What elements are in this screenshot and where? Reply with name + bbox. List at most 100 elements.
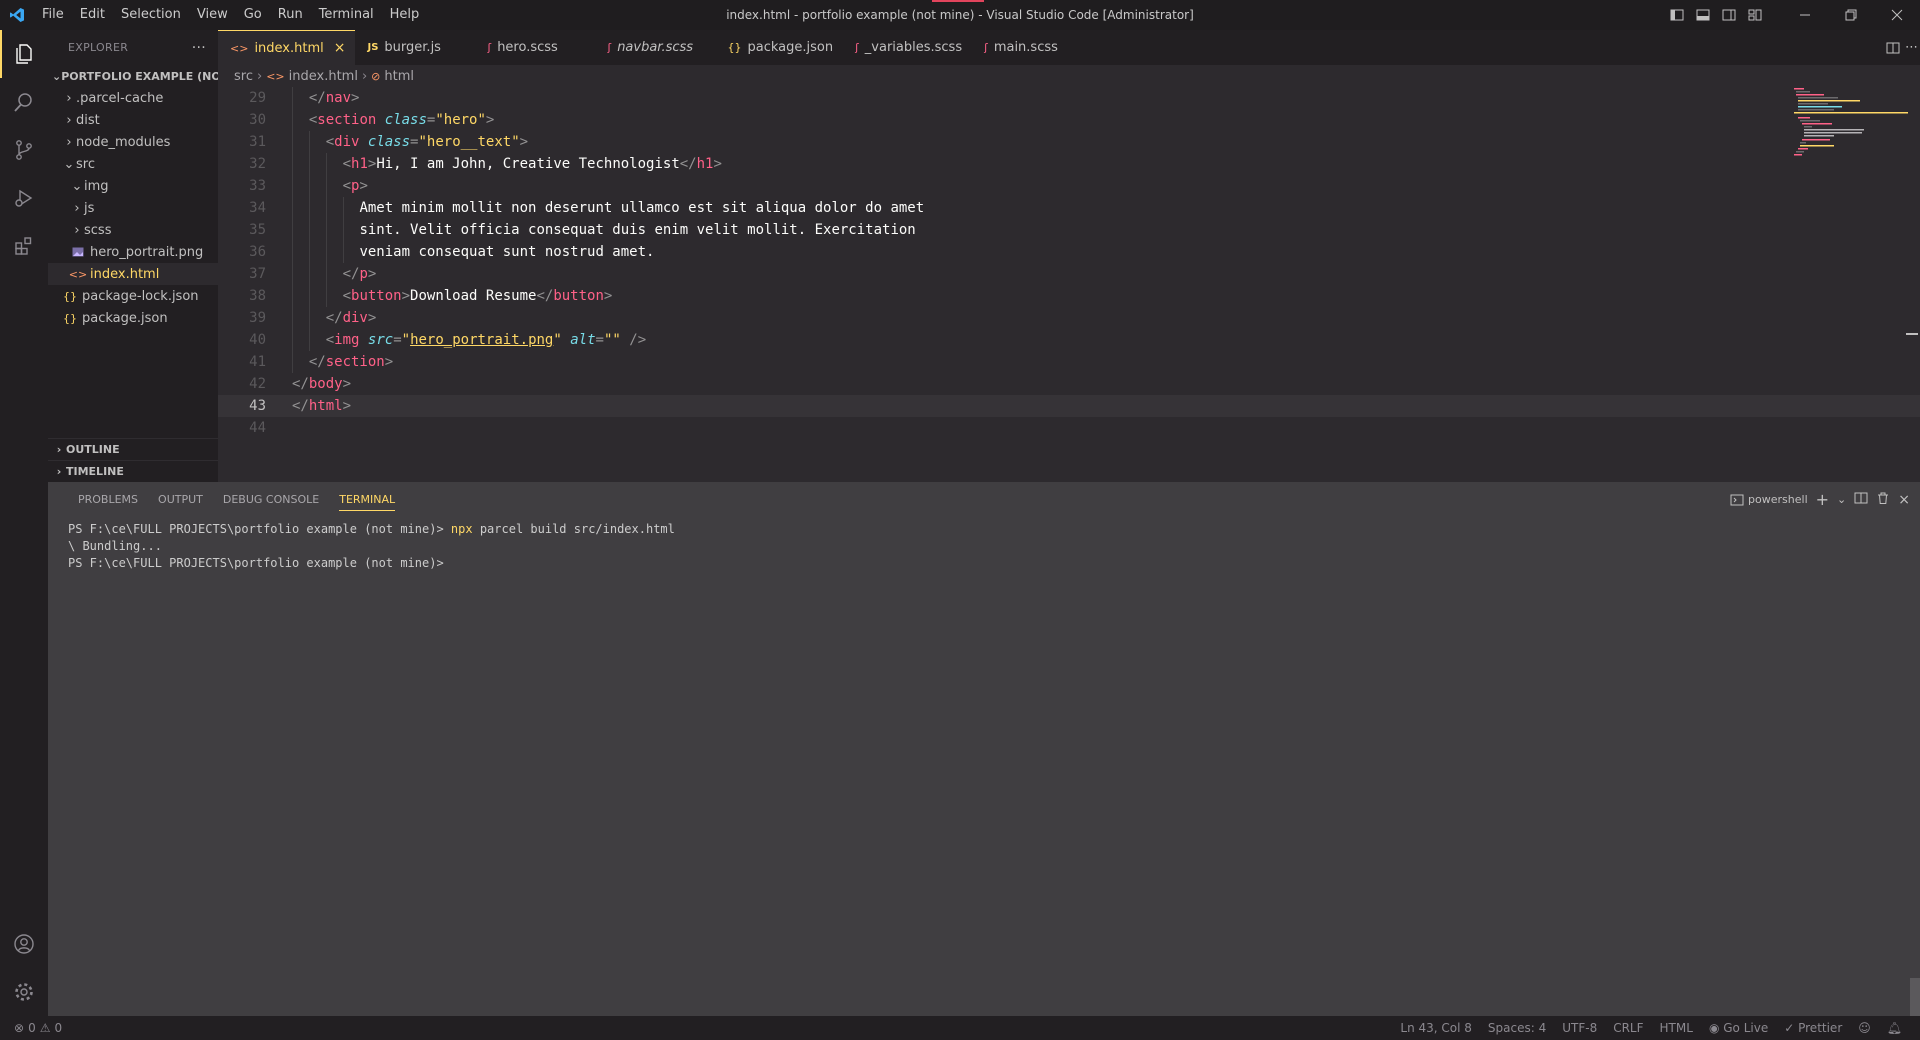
panel-tabs: PROBLEMS OUTPUT DEBUG CONSOLE TERMINAL: [48, 482, 1920, 517]
explorer-icon[interactable]: [0, 30, 48, 78]
terminal-output[interactable]: PS F:\ce\FULL PROJECTS\portfolio example…: [48, 517, 1920, 572]
tree-item-package-json[interactable]: {} package.json: [48, 307, 218, 329]
toggle-panel-icon[interactable]: [1690, 0, 1716, 30]
menu-edit[interactable]: Edit: [72, 0, 113, 30]
indentation[interactable]: Spaces: 4: [1480, 1021, 1554, 1035]
tree-item-node-modules[interactable]: › node_modules: [48, 131, 218, 153]
code-line[interactable]: 33 <p>: [218, 175, 1920, 197]
chevron-down-icon[interactable]: ⌄: [1837, 493, 1846, 506]
editor-tab-bar: <> index.html × JS burger.js ʃ hero.scss…: [218, 30, 1920, 65]
code-line[interactable]: 35 sint. Velit officia consequat duis eni…: [218, 219, 1920, 241]
go-live-button[interactable]: ◉ Go Live: [1701, 1021, 1776, 1035]
timeline-section[interactable]: › TIMELINE: [48, 460, 218, 482]
code-line[interactable]: 36 veniam consequat sunt nostrud amet.: [218, 241, 1920, 263]
minimap[interactable]: [1792, 87, 1908, 157]
settings-gear-icon[interactable]: [0, 968, 48, 1016]
window-controls: [1664, 0, 1920, 30]
close-panel-icon[interactable]: ×: [1898, 492, 1910, 508]
tree-item-js[interactable]: › js: [48, 197, 218, 219]
tab-burger-js[interactable]: JS burger.js: [355, 30, 475, 65]
tab-main-scss[interactable]: ʃ main.scss: [972, 30, 1092, 65]
tree-item-index-html[interactable]: <> index.html: [48, 263, 218, 285]
line-number: 40: [249, 332, 266, 348]
code-line[interactable]: 39 </div>: [218, 307, 1920, 329]
toggle-primary-sidebar-icon[interactable]: [1664, 0, 1690, 30]
split-terminal-icon[interactable]: [1854, 491, 1868, 508]
code-line[interactable]: 40 <img src="hero_portrait.png" alt="" />: [218, 329, 1920, 351]
tree-item-img[interactable]: ⌄ img: [48, 175, 218, 197]
more-actions-icon[interactable]: ···: [192, 40, 206, 56]
terminal-shell-selector[interactable]: powershell: [1730, 493, 1808, 507]
editor-more-actions-icon[interactable]: ⋯: [1905, 30, 1918, 65]
tab-index-html[interactable]: <> index.html ×: [218, 30, 356, 65]
extensions-icon[interactable]: [0, 222, 48, 270]
problems-status[interactable]: ⊗ 0 ⚠ 0: [0, 1021, 62, 1035]
tab-output[interactable]: OUTPUT: [148, 482, 213, 517]
cursor-position[interactable]: Ln 43, Col 8: [1392, 1021, 1480, 1035]
close-window-icon[interactable]: [1874, 0, 1920, 30]
menu-help[interactable]: Help: [382, 0, 428, 30]
language-mode[interactable]: HTML: [1652, 1021, 1701, 1035]
code-line[interactable]: 32 <h1>Hi, I am John, Creative Technologi…: [218, 153, 1920, 175]
panel-scrollbar[interactable]: [1910, 978, 1920, 1016]
timeline-label: TIMELINE: [66, 465, 124, 478]
tab-hero-scss[interactable]: ʃ hero.scss: [475, 30, 595, 65]
close-icon[interactable]: ×: [334, 40, 346, 56]
end-of-line[interactable]: CRLF: [1605, 1021, 1651, 1035]
code-line[interactable]: 44: [218, 417, 1920, 439]
tree-item-package-lock[interactable]: {} package-lock.json: [48, 285, 218, 307]
search-icon[interactable]: [0, 78, 48, 126]
notifications-icon[interactable]: 🔔︎: [1879, 1021, 1910, 1035]
menu-run[interactable]: Run: [270, 0, 311, 30]
restore-icon[interactable]: [1828, 0, 1874, 30]
toggle-secondary-sidebar-icon[interactable]: [1716, 0, 1742, 30]
tree-item-scss[interactable]: › scss: [48, 219, 218, 241]
menu-view[interactable]: View: [189, 0, 236, 30]
new-terminal-icon[interactable]: +: [1816, 490, 1829, 509]
tree-item-parcel-cache[interactable]: › .parcel-cache: [48, 87, 218, 109]
encoding[interactable]: UTF-8: [1554, 1021, 1605, 1035]
menu-selection[interactable]: Selection: [113, 0, 189, 30]
code-line[interactable]: 42 </body>: [218, 373, 1920, 395]
trash-icon[interactable]: [1876, 491, 1890, 508]
outline-section[interactable]: › OUTLINE: [48, 438, 218, 460]
customize-layout-icon[interactable]: [1742, 0, 1768, 30]
tree-item-dist[interactable]: › dist: [48, 109, 218, 131]
code-line[interactable]: 43 </html>: [218, 395, 1920, 417]
accounts-icon[interactable]: [0, 920, 48, 968]
tree-item-hero-portrait[interactable]: hero_portrait.png: [48, 241, 218, 263]
line-number: 31: [249, 134, 266, 150]
code-line[interactable]: 29 </nav>: [218, 87, 1920, 109]
menu-terminal[interactable]: Terminal: [311, 0, 382, 30]
breadcrumb-item-file[interactable]: index.html: [289, 69, 358, 84]
tab-debug-console[interactable]: DEBUG CONSOLE: [213, 482, 329, 517]
code-line[interactable]: 37 </p>: [218, 263, 1920, 285]
workspace-root[interactable]: ⌄ PORTFOLIO EXAMPLE (NO...: [48, 65, 218, 87]
title-bar: File Edit Selection View Go Run Terminal…: [0, 0, 1920, 30]
menu-file[interactable]: File: [34, 0, 72, 30]
menu-go[interactable]: Go: [236, 0, 270, 30]
tab-terminal[interactable]: TERMINAL: [329, 482, 405, 517]
code-line[interactable]: 31 <div class="hero__text">: [218, 131, 1920, 153]
tab-package-json[interactable]: {} package.json: [715, 30, 843, 65]
line-number: 43: [249, 398, 266, 414]
code-line[interactable]: 34 Amet minim mollit non deserunt ullamco…: [218, 197, 1920, 219]
error-count: 0: [28, 1021, 36, 1035]
source-control-icon[interactable]: [0, 126, 48, 174]
indent-guide: [308, 307, 310, 329]
tab-navbar-scss[interactable]: ʃ navbar.scss: [595, 30, 715, 65]
minimize-icon[interactable]: [1782, 0, 1828, 30]
breadcrumb-item-symbol[interactable]: html: [384, 69, 414, 84]
code-line[interactable]: 41 </section>: [218, 351, 1920, 373]
run-debug-icon[interactable]: [0, 174, 48, 222]
tab-problems[interactable]: PROBLEMS: [68, 482, 148, 517]
tree-item-src[interactable]: ⌄ src: [48, 153, 218, 175]
code-editor[interactable]: 29 </nav> 30 <section class="hero"> 31 <div c…: [218, 87, 1920, 482]
split-editor-icon[interactable]: [1886, 30, 1900, 65]
breadcrumb-item-src[interactable]: src: [234, 69, 253, 84]
code-line[interactable]: 38 <button>Download Resume</button>: [218, 285, 1920, 307]
tab-variables-scss[interactable]: ʃ _variables.scss: [843, 30, 972, 65]
feedback-icon[interactable]: ☺: [1850, 1021, 1879, 1035]
prettier-button[interactable]: ✓ Prettier: [1776, 1021, 1850, 1035]
code-line[interactable]: 30 <section class="hero">: [218, 109, 1920, 131]
